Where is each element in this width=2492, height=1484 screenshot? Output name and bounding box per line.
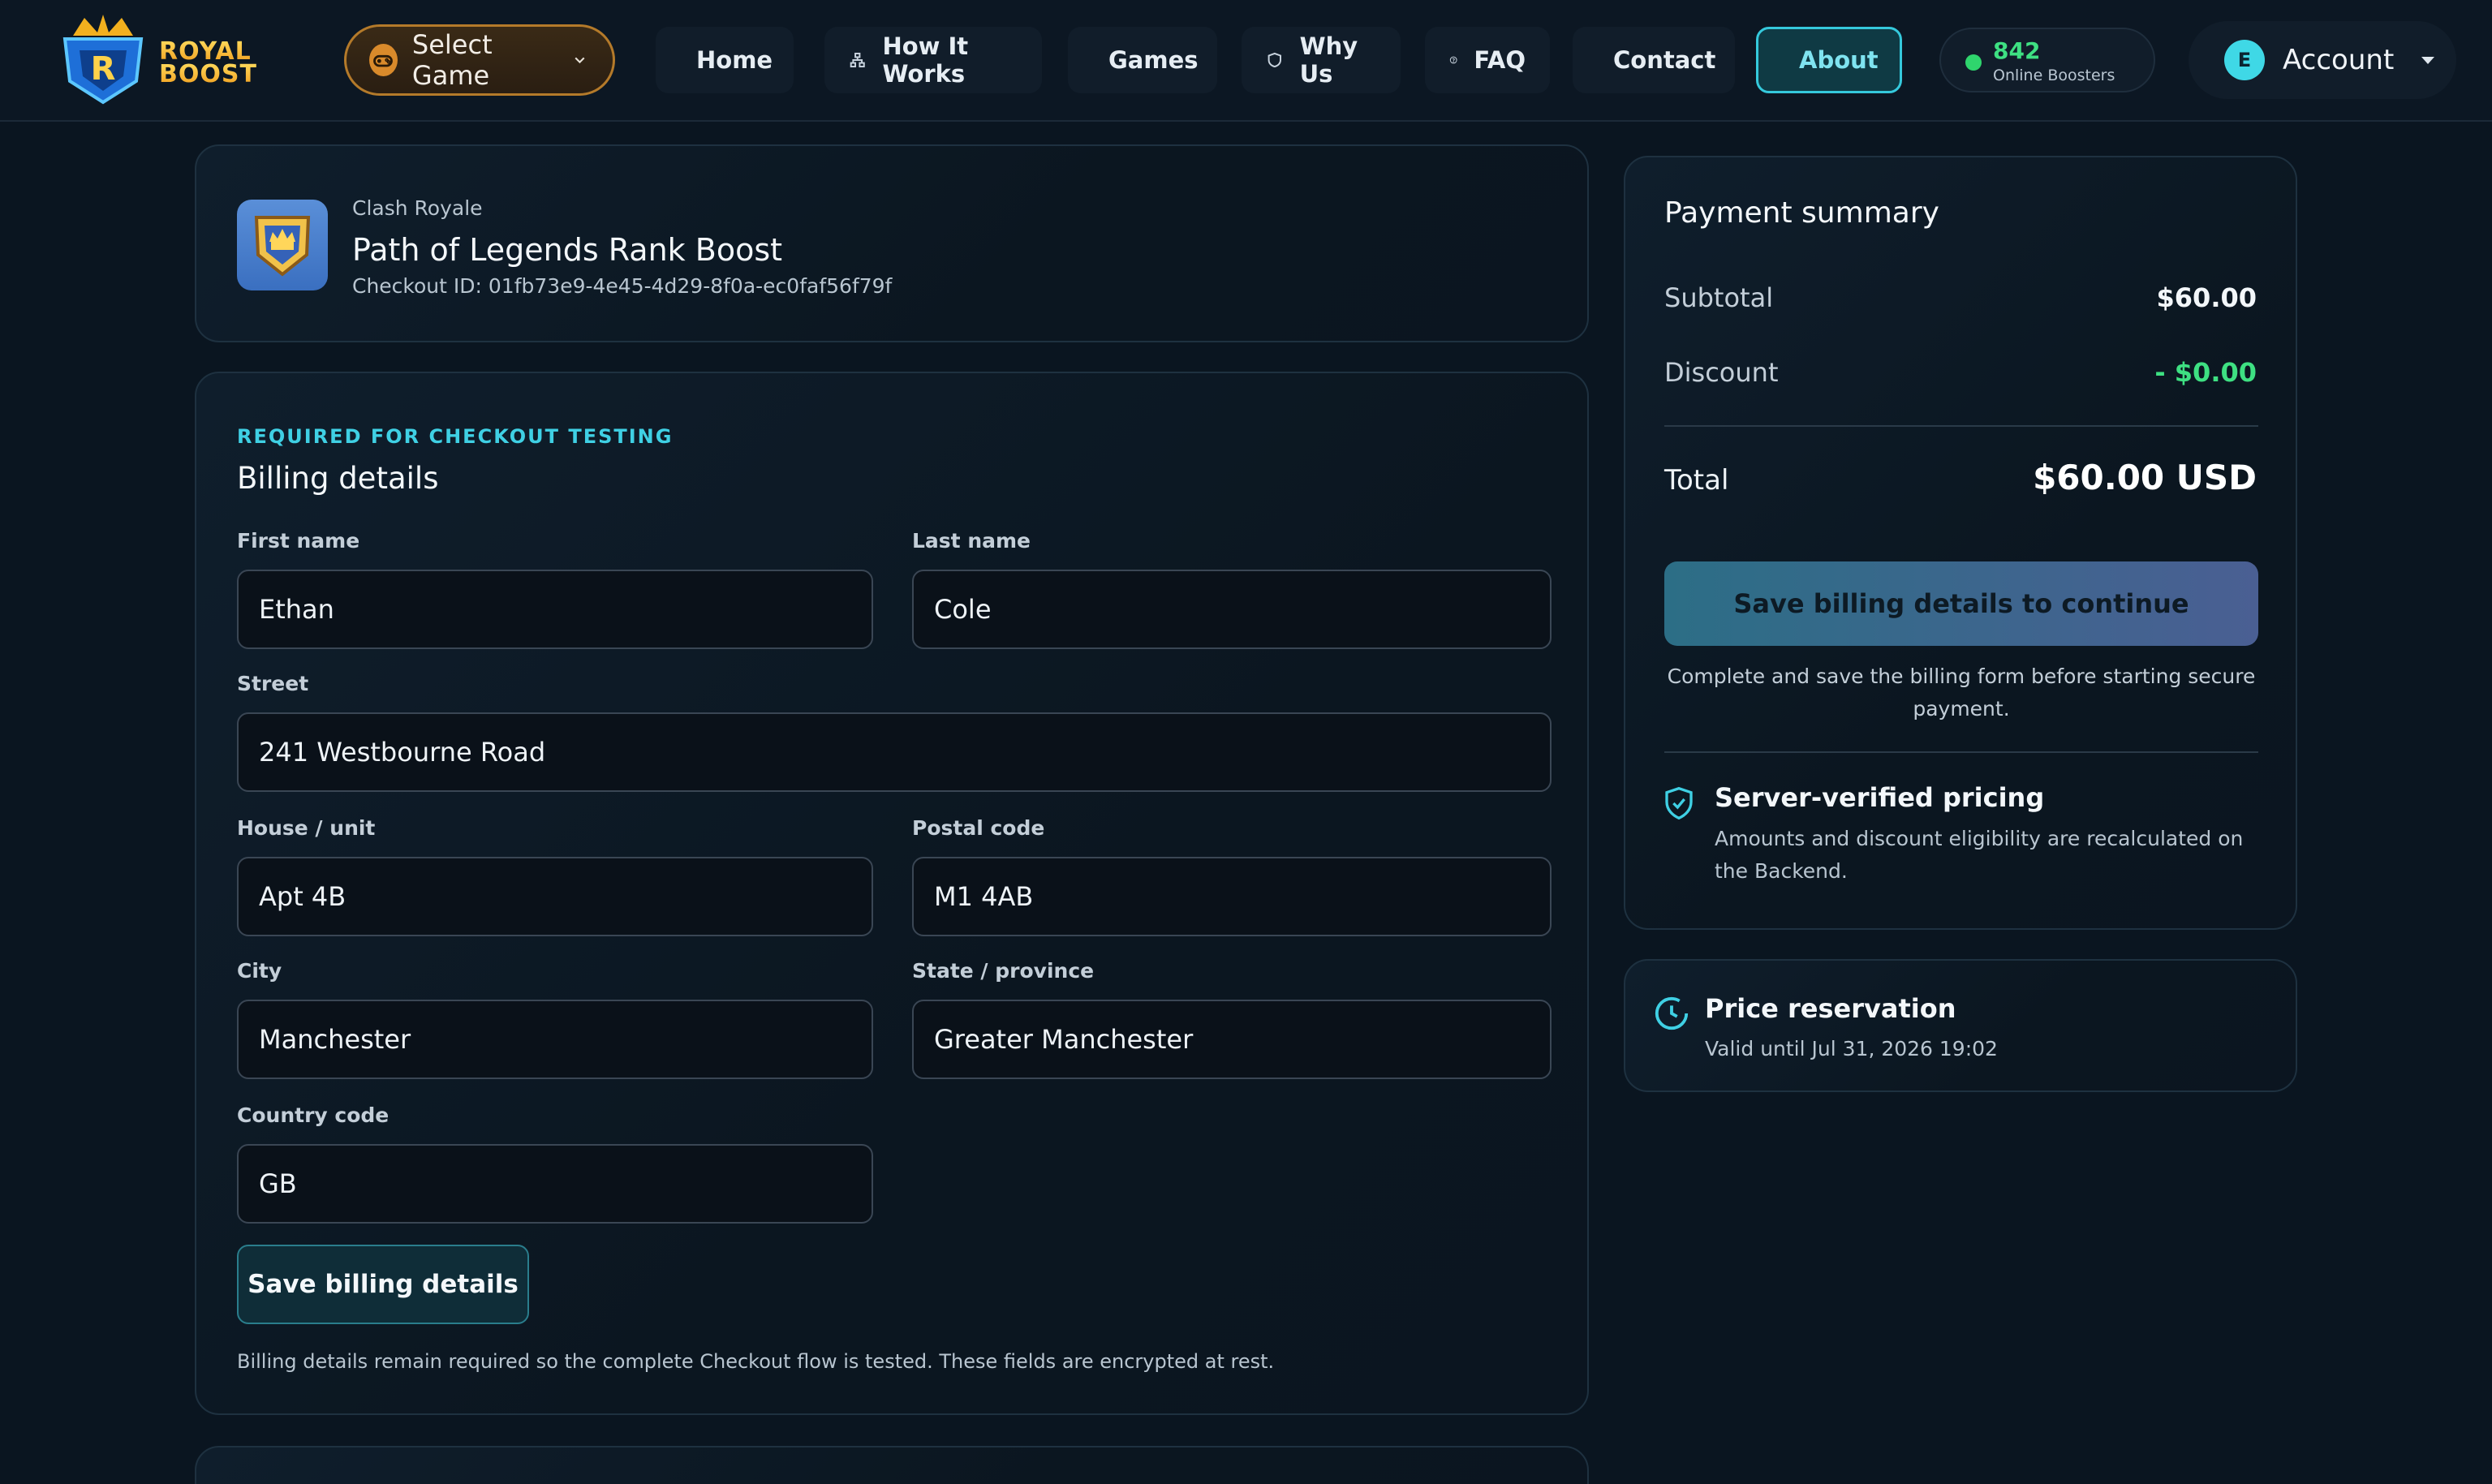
nav-faq-label: FAQ: [1474, 46, 1526, 74]
game-name: Clash Royale: [352, 196, 483, 220]
subtotal-label: Subtotal: [1664, 282, 1774, 313]
state-province-label: State / province: [912, 959, 1095, 983]
last-name-input[interactable]: Cole: [912, 570, 1552, 649]
verified-pricing-title: Server-verified pricing: [1715, 782, 2045, 813]
nav-home[interactable]: Home: [656, 27, 794, 93]
online-status-dot: [1965, 54, 1982, 71]
select-game-label: Select Game: [411, 29, 493, 91]
continue-to-payment-button[interactable]: Save billing details to continue: [1664, 561, 2258, 646]
nav-games[interactable]: Games: [1068, 27, 1217, 93]
house-unit-label: House / unit: [237, 816, 376, 840]
total-value: $60.00 USD: [2033, 458, 2257, 497]
svg-text:R: R: [91, 50, 116, 88]
checkout-id: Checkout ID: 01fb73e9-4e45-4d29-8f0a-ec0…: [352, 274, 893, 298]
game-thumbnail: [237, 200, 328, 290]
first-name-input[interactable]: Ethan: [237, 570, 873, 649]
billing-details-card: REQUIRED FOR CHECKOUT TESTING Billing de…: [195, 372, 1589, 1415]
summary-divider: [1664, 425, 2258, 427]
nav-how-it-works[interactable]: How It Works: [824, 27, 1042, 93]
price-reservation-card: Price reservation Valid until Jul 31, 20…: [1624, 959, 2297, 1092]
nav-contact[interactable]: Contact: [1573, 27, 1735, 93]
avatar: E: [2224, 40, 2265, 80]
boosters-label: Online Boosters: [1993, 67, 2115, 84]
nav-about-label: About: [1799, 46, 1879, 74]
billing-note: Billing details remain required so the c…: [237, 1350, 1275, 1373]
workflow-icon: [850, 52, 865, 68]
country-code-label: Country code: [237, 1103, 390, 1127]
clock-icon: [1655, 996, 1689, 1030]
verified-divider: [1664, 751, 2258, 753]
nav-faq[interactable]: FAQ: [1425, 27, 1550, 93]
brand-name: ROYAL BOOST: [159, 40, 257, 88]
order-summary-card: Clash Royale Path of Legends Rank Boost …: [195, 144, 1589, 342]
payment-summary-card: Payment summary Subtotal $60.00 Discount…: [1624, 156, 2297, 930]
last-name-label: Last name: [912, 529, 1031, 553]
discount-value: - $0.00: [2154, 357, 2257, 388]
first-name-label: First name: [237, 529, 360, 553]
gamepad-icon: [369, 44, 398, 76]
online-boosters-badge: 842 Online Boosters: [1939, 28, 2155, 92]
chevron-down-icon: [575, 57, 585, 64]
crown-shield-logo-icon: R: [62, 15, 144, 105]
help-circle-icon: [1449, 56, 1457, 64]
continue-note: Complete and save the billing form befor…: [1667, 665, 2256, 720]
postal-code-label: Postal code: [912, 816, 1045, 840]
total-label: Total: [1664, 464, 1729, 497]
select-game-dropdown[interactable]: Select Game: [344, 24, 615, 96]
price-reservation-valid-until: Valid until Jul 31, 2026 19:02: [1705, 1037, 1998, 1060]
billing-title: Billing details: [237, 461, 439, 496]
discount-label: Discount: [1664, 357, 1779, 388]
state-province-input[interactable]: Greater Manchester: [912, 1000, 1552, 1079]
nav-contact-label: Contact: [1613, 46, 1716, 74]
next-section-card: [195, 1446, 1589, 1484]
billing-eyebrow: REQUIRED FOR CHECKOUT TESTING: [237, 425, 674, 448]
street-input[interactable]: 241 Westbourne Road: [237, 712, 1552, 792]
subtotal-value: $60.00: [2156, 282, 2257, 313]
payment-summary-title: Payment summary: [1664, 196, 1939, 230]
top-navbar: R ROYAL BOOST Select Game Home How It Wo…: [0, 0, 2492, 122]
save-billing-button[interactable]: Save billing details: [237, 1245, 529, 1324]
house-unit-input[interactable]: Apt 4B: [237, 857, 873, 936]
boosters-count: 842: [1993, 37, 2041, 64]
nav-how-it-works-label: How It Works: [882, 32, 969, 88]
nav-why-us-label: Why Us: [1299, 32, 1358, 88]
caret-down-icon: [2421, 56, 2435, 64]
brand-line-2: BOOST: [159, 60, 257, 88]
shield-icon: [1268, 52, 1281, 68]
brand-logo[interactable]: R ROYAL BOOST: [50, 11, 269, 107]
nav-why-us[interactable]: Why Us: [1242, 27, 1401, 93]
price-reservation-title: Price reservation: [1705, 993, 1956, 1024]
verified-pricing-desc: Amounts and discount eligibility are rec…: [1715, 827, 2244, 883]
account-label: Account: [2283, 44, 2395, 76]
postal-code-input[interactable]: M1 4AB: [912, 857, 1552, 936]
account-menu[interactable]: E Account: [2189, 21, 2456, 99]
nav-home-label: Home: [696, 46, 773, 74]
shield-check-icon: [1665, 786, 1693, 820]
city-input[interactable]: Manchester: [237, 1000, 873, 1079]
street-label: Street: [237, 672, 309, 695]
nav-games-label: Games: [1108, 46, 1199, 74]
country-code-input[interactable]: GB: [237, 1144, 873, 1224]
product-title: Path of Legends Rank Boost: [352, 232, 783, 268]
clash-royale-badge-icon: [254, 216, 311, 277]
nav-about[interactable]: About: [1756, 27, 1902, 93]
city-label: City: [237, 959, 282, 983]
